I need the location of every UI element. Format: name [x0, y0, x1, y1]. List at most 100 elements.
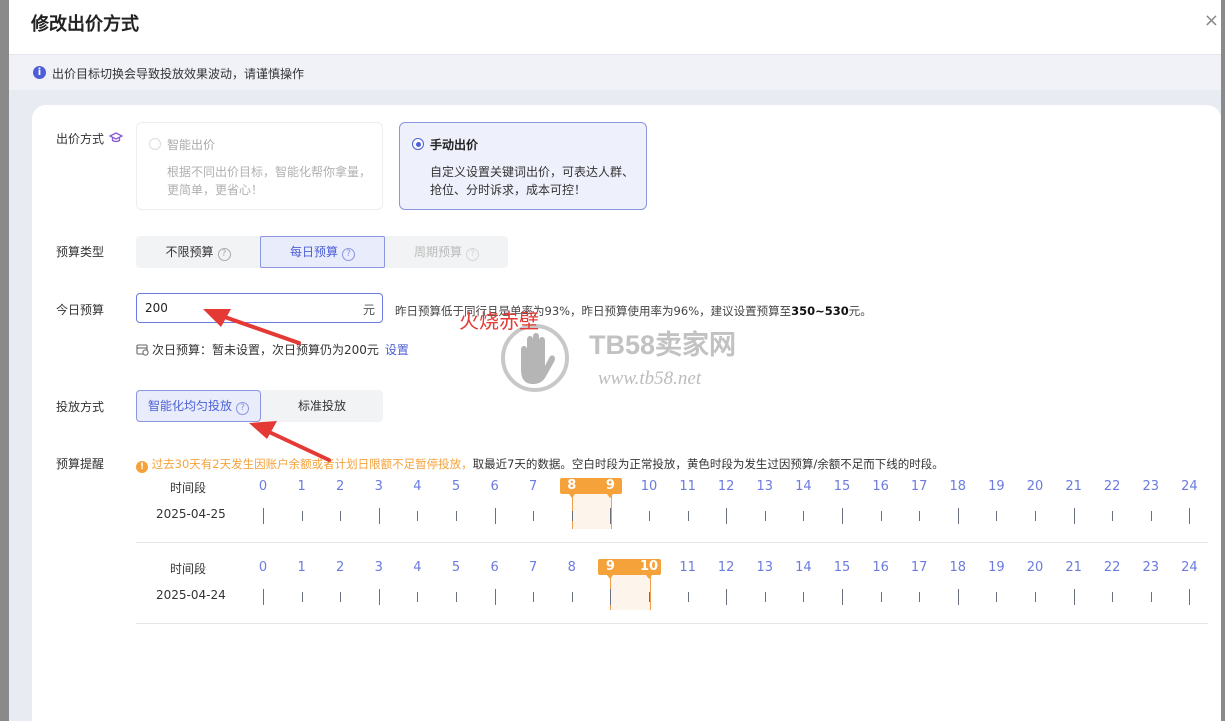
smart-bid-radio [149, 138, 161, 150]
hour-tick-label: 18 [949, 560, 967, 575]
background-overlay-right [1221, 0, 1225, 721]
hour-tick-mark [919, 511, 921, 521]
hour-tick-label: 21 [1065, 479, 1082, 494]
hour-tick-label: 13 [756, 479, 774, 494]
notice-bar: i 出价目标切换会导致投放效果波动，请谨慎操作 [9, 54, 1221, 91]
offline-period-highlight [571, 493, 613, 529]
hour-tick-label: 20 [1026, 560, 1044, 575]
offline-period-highlight [610, 574, 651, 610]
hour-tick-mark [687, 592, 689, 602]
badge-pointer [607, 575, 614, 579]
hour-tick-label: 19 [988, 479, 1005, 494]
hour-tick-mark [764, 511, 766, 521]
hour-tick-mark [571, 592, 573, 602]
hour-tick-label: 20 [1026, 479, 1044, 494]
badge-pointer [607, 494, 614, 498]
hour-tick-mark [417, 592, 419, 602]
budget-suggestion-unit: 元。 [848, 304, 872, 318]
hour-tick-label: 11 [679, 560, 696, 575]
budget-option-period-label: 周期预算 [413, 245, 462, 259]
hour-tick-mark [456, 511, 457, 521]
manual-bid-desc-1: 自定义设置关键词出价，可表达人群、 [430, 165, 635, 179]
budget-option-daily-label: 每日预算 [289, 245, 338, 259]
hour-tick-label: 16 [872, 560, 889, 575]
hour-tick-mark [803, 592, 805, 602]
hour-tick-mark [1189, 589, 1191, 605]
hour-tick-mark [842, 589, 843, 605]
graduation-cap-icon [108, 132, 124, 143]
budget-option-daily[interactable]: 每日预算? [260, 236, 385, 268]
timeline-row-label: 时间段 [170, 481, 207, 495]
budget-type-label: 预算类型 [56, 245, 105, 259]
hour-tick-mark [764, 592, 766, 602]
budget-suggestion-text: 昨日预算低于同行且是单率为93%，昨日预算使用率为96%，建议设置预算至 [395, 304, 792, 318]
hour-tick-label: 16 [872, 479, 889, 494]
manual-bid-desc-2: 抢位、分时诉求，成本可控！ [430, 183, 587, 197]
offline-period-badge: 89 [559, 478, 623, 498]
budget-option-period: 周期预算? [385, 236, 508, 268]
budget-suggestion-range: 350~530 [791, 304, 849, 318]
hour-tick-label: 18 [949, 479, 967, 494]
hour-tick-label: 22 [1103, 560, 1121, 575]
smart-bid-desc-2: 更简单，更省心！ [167, 183, 264, 197]
manual-bid-radio[interactable] [412, 138, 424, 150]
offline-hour-label: 8 [567, 478, 577, 493]
hour-tick-mark [494, 589, 496, 605]
hour-tick-mark [301, 592, 303, 602]
offline-hour-label: 9 [605, 559, 615, 574]
manual-bid-card[interactable]: 手动出价 自定义设置关键词出价，可表达人群、 抢位、分时诉求，成本可控！ [399, 122, 647, 210]
hour-tick-label: 23 [1142, 560, 1160, 575]
hour-tick-label: 15 [833, 479, 851, 494]
hour-tick-label: 7 [529, 560, 538, 575]
hour-tick-mark [996, 511, 998, 521]
hour-tick-label: 23 [1142, 479, 1160, 494]
badge-pointer [568, 494, 575, 498]
hour-tick-mark [610, 589, 612, 605]
modal-title: 修改出价方式 [31, 14, 139, 35]
smart-bid-title: 智能出价 [167, 138, 216, 152]
today-budget-label: 今日预算 [56, 303, 105, 317]
hour-tick-mark [957, 589, 959, 605]
hour-tick-mark [803, 511, 805, 521]
hour-tick-label: 10 [640, 479, 658, 494]
help-icon[interactable]: ? [217, 248, 231, 261]
hour-tick-label: 12 [717, 560, 735, 575]
hour-tick-mark [1035, 592, 1036, 602]
hour-tick-label: 4 [413, 560, 422, 575]
timeline-row-date: 2025-04-25 [156, 507, 226, 521]
smart-bid-card: 智能出价 根据不同出价目标，智能化帮你拿量， 更简单，更省心！ [136, 122, 383, 210]
hour-tick-mark [378, 589, 380, 605]
hour-tick-mark [417, 511, 419, 521]
calendar-clock-icon [136, 344, 149, 356]
hour-tick-label: 24 [1181, 560, 1198, 575]
budget-option-unlimited[interactable]: 不限预算? [136, 236, 260, 268]
hour-tick-label: 12 [717, 479, 735, 494]
hour-tick-mark [842, 508, 843, 524]
notice-text: 出价目标切换会导致投放效果波动，请谨慎操作 [52, 67, 305, 81]
timeline-row-label: 时间段 [170, 562, 207, 576]
hour-tick-label: 13 [756, 560, 774, 575]
watermark-url: www.tb58.net [598, 368, 702, 389]
hour-tick-mark [1073, 508, 1075, 524]
smart-bid-desc-1: 根据不同出价目标，智能化帮你拿量， [167, 165, 372, 179]
help-icon[interactable]: ? [342, 248, 355, 261]
hour-tick-mark [456, 592, 457, 602]
hour-tick-mark [996, 592, 998, 602]
offline-hour-label: 9 [605, 478, 615, 493]
today-budget-unit: 元 [362, 303, 375, 317]
help-icon: ? [466, 248, 479, 261]
close-icon[interactable]: × [1204, 10, 1219, 31]
manual-bid-title: 手动出价 [430, 138, 479, 152]
hour-tick-label: 7 [529, 479, 538, 494]
hour-tick-label: 17 [910, 560, 928, 575]
hour-tick-mark [649, 511, 650, 521]
watermark-brand: TB58卖家网 [589, 330, 737, 360]
hour-tick-mark [1035, 511, 1036, 521]
next-day-budget-set-link[interactable]: 设置 [385, 343, 409, 357]
hour-tick-label: 4 [413, 479, 422, 494]
hour-tick-label: 2 [336, 479, 345, 494]
hour-tick-mark [726, 508, 728, 524]
hour-tick-label: 1 [297, 560, 306, 575]
hour-tick-mark [263, 508, 264, 524]
background-overlay-left [0, 0, 9, 721]
